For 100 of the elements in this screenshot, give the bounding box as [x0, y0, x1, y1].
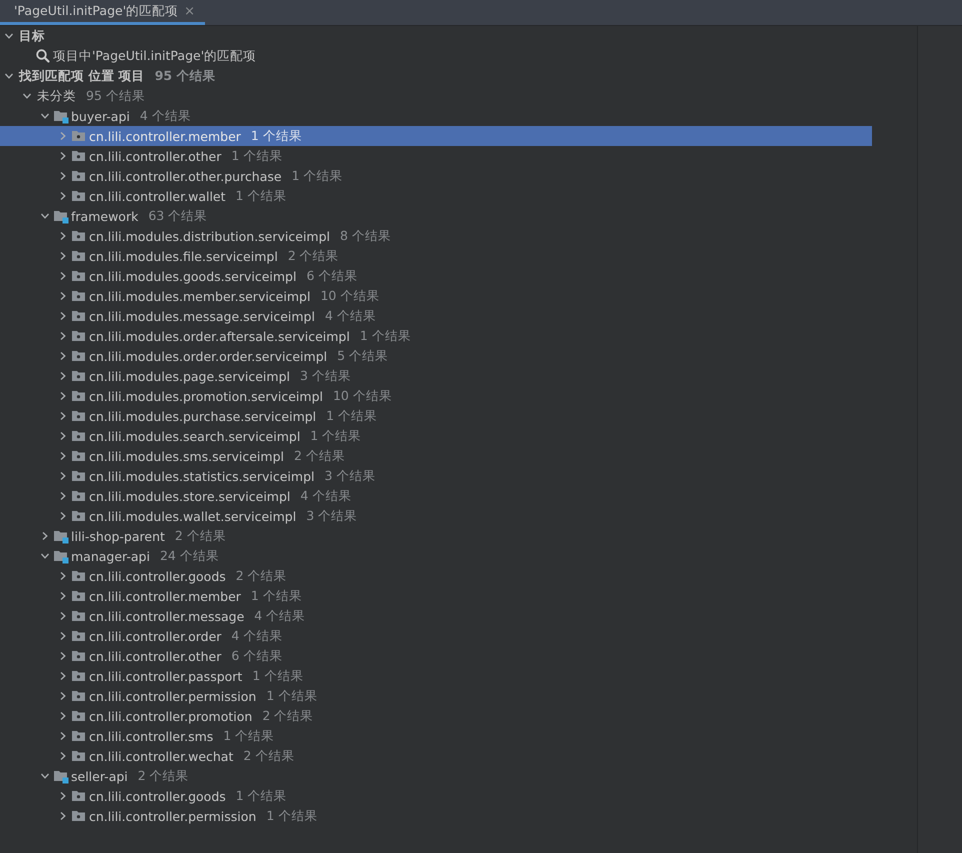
tree-row[interactable]: cn.lili.modules.search.serviceimpl 1 个结果 [0, 426, 872, 446]
result-count: 4 个结果 [231, 628, 282, 644]
tree-row[interactable]: cn.lili.modules.goods.serviceimpl 6 个结果 [0, 266, 872, 286]
folder-icon [53, 208, 69, 224]
tree-row[interactable]: 未分类 95 个结果 [0, 86, 872, 106]
module-name: seller-api [71, 768, 128, 784]
chevron-down-icon[interactable] [40, 771, 50, 781]
tree-row[interactable]: cn.lili.modules.store.serviceimpl 4 个结果 [0, 486, 872, 506]
chevron-right-icon[interactable] [58, 591, 68, 601]
tree-row[interactable]: cn.lili.controller.member 1 个结果 [0, 126, 872, 146]
package-name: cn.lili.modules.message.serviceimpl [89, 308, 315, 324]
tree-row[interactable]: cn.lili.controller.order 4 个结果 [0, 626, 872, 646]
package-folder-icon [71, 228, 87, 244]
chevron-right-icon[interactable] [58, 811, 68, 821]
tree-row[interactable]: cn.lili.controller.wallet 1 个结果 [0, 186, 872, 206]
tree-row[interactable]: cn.lili.modules.order.aftersale.serviceimpl 1 个结果 [0, 326, 872, 346]
chevron-right-icon[interactable] [58, 151, 68, 161]
tree-row[interactable]: cn.lili.controller.message 4 个结果 [0, 606, 872, 626]
chevron-right-icon[interactable] [58, 251, 68, 261]
tree-row[interactable]: framework 63 个结果 [0, 206, 872, 226]
tree-row[interactable]: cn.lili.controller.other.purchase 1 个结果 [0, 166, 872, 186]
tree-row[interactable]: cn.lili.controller.other 6 个结果 [0, 646, 872, 666]
chevron-down-icon[interactable] [40, 551, 50, 561]
tree-row[interactable]: cn.lili.modules.order.order.serviceimpl 5 个结果 [0, 346, 872, 366]
chevron-right-icon[interactable] [58, 451, 68, 461]
chevron-down-icon[interactable] [4, 31, 14, 41]
tree-row[interactable]: cn.lili.modules.statistics.serviceimpl 3 个结果 [0, 466, 872, 486]
package-name: cn.lili.modules.purchase.serviceimpl [89, 408, 316, 424]
chevron-right-icon[interactable] [58, 671, 68, 681]
chevron-right-icon[interactable] [58, 331, 68, 341]
package-folder-icon [71, 588, 87, 604]
tree-row[interactable]: cn.lili.controller.permission 1 个结果 [0, 806, 872, 826]
chevron-down-icon[interactable] [22, 91, 32, 101]
chevron-right-icon[interactable] [58, 191, 68, 201]
tree-row[interactable]: cn.lili.modules.purchase.serviceimpl 1 个结果 [0, 406, 872, 426]
package-folder-icon [71, 408, 87, 424]
tree-row[interactable]: cn.lili.controller.goods 1 个结果 [0, 786, 872, 806]
tree-row[interactable]: cn.lili.controller.sms 1 个结果 [0, 726, 872, 746]
chevron-right-icon[interactable] [58, 651, 68, 661]
tree-row[interactable]: 项目中'PageUtil.initPage'的匹配项 [0, 46, 872, 66]
chevron-right-icon[interactable] [58, 411, 68, 421]
result-count: 6 个结果 [306, 268, 358, 284]
package-folder-icon [71, 668, 87, 684]
chevron-right-icon[interactable] [58, 311, 68, 321]
chevron-right-icon[interactable] [58, 391, 68, 401]
tree-row[interactable]: cn.lili.modules.message.serviceimpl 4 个结果 [0, 306, 872, 326]
chevron-down-icon[interactable] [4, 71, 14, 81]
tree-row[interactable]: 目标 [0, 26, 872, 46]
package-name: cn.lili.controller.member [89, 588, 241, 604]
tree-row[interactable]: cn.lili.controller.member 1 个结果 [0, 586, 872, 606]
chevron-right-icon[interactable] [58, 371, 68, 381]
chevron-right-icon[interactable] [58, 271, 68, 281]
chevron-right-icon[interactable] [58, 351, 68, 361]
chevron-right-icon[interactable] [58, 231, 68, 241]
category-label: 未分类 [37, 88, 76, 104]
package-name: cn.lili.controller.goods [89, 568, 226, 584]
chevron-down-icon[interactable] [40, 211, 50, 221]
chevron-right-icon[interactable] [40, 531, 50, 541]
tree-row[interactable]: cn.lili.controller.passport 1 个结果 [0, 666, 872, 686]
tree-row[interactable]: cn.lili.modules.sms.serviceimpl 2 个结果 [0, 446, 872, 466]
result-count: 1 个结果 [266, 688, 318, 704]
chevron-right-icon[interactable] [58, 791, 68, 801]
tree-row[interactable]: cn.lili.controller.permission 1 个结果 [0, 686, 872, 706]
tree-row[interactable]: cn.lili.controller.wechat 2 个结果 [0, 746, 872, 766]
package-folder-icon [71, 388, 87, 404]
chevron-right-icon[interactable] [58, 731, 68, 741]
chevron-right-icon[interactable] [58, 171, 68, 181]
package-name: cn.lili.controller.message [89, 608, 244, 624]
tree-row[interactable]: cn.lili.modules.wallet.serviceimpl 3 个结果 [0, 506, 872, 526]
chevron-right-icon[interactable] [58, 631, 68, 641]
tree-row[interactable]: cn.lili.modules.file.serviceimpl 2 个结果 [0, 246, 872, 266]
chevron-right-icon[interactable] [58, 611, 68, 621]
chevron-right-icon[interactable] [58, 431, 68, 441]
package-folder-icon [71, 728, 87, 744]
chevron-right-icon[interactable] [58, 571, 68, 581]
tree-row[interactable]: cn.lili.modules.distribution.serviceimpl 8 个结果 [0, 226, 872, 246]
chevron-right-icon[interactable] [58, 471, 68, 481]
tree-row[interactable]: 找到匹配项 位置 项目 95 个结果 [0, 66, 872, 86]
result-count: 6 个结果 [231, 648, 282, 664]
chevron-right-icon[interactable] [58, 691, 68, 701]
result-count: 1 个结果 [310, 428, 362, 444]
tree-row[interactable]: cn.lili.controller.promotion 2 个结果 [0, 706, 872, 726]
chevron-right-icon[interactable] [58, 711, 68, 721]
chevron-right-icon[interactable] [58, 511, 68, 521]
tree-row[interactable]: buyer-api 4 个结果 [0, 106, 872, 126]
package-folder-icon [71, 148, 87, 164]
chevron-right-icon[interactable] [58, 491, 68, 501]
tree-row[interactable]: seller-api 2 个结果 [0, 766, 872, 786]
result-count: 4 个结果 [300, 488, 352, 504]
tree-row[interactable]: cn.lili.controller.other 1 个结果 [0, 146, 872, 166]
tree-row[interactable]: cn.lili.modules.member.serviceimpl 10 个结果 [0, 286, 872, 306]
chevron-right-icon[interactable] [58, 751, 68, 761]
tree-row[interactable]: cn.lili.modules.page.serviceimpl 3 个结果 [0, 366, 872, 386]
tree-row[interactable]: cn.lili.modules.promotion.serviceimpl 10 个结果 [0, 386, 872, 406]
tree-row[interactable]: manager-api 24 个结果 [0, 546, 872, 566]
tree-row[interactable]: cn.lili.controller.goods 2 个结果 [0, 566, 872, 586]
chevron-down-icon[interactable] [40, 111, 50, 121]
tree-row[interactable]: lili-shop-parent 2 个结果 [0, 526, 872, 546]
chevron-right-icon[interactable] [58, 291, 68, 301]
result-count: 10 个结果 [320, 288, 380, 304]
